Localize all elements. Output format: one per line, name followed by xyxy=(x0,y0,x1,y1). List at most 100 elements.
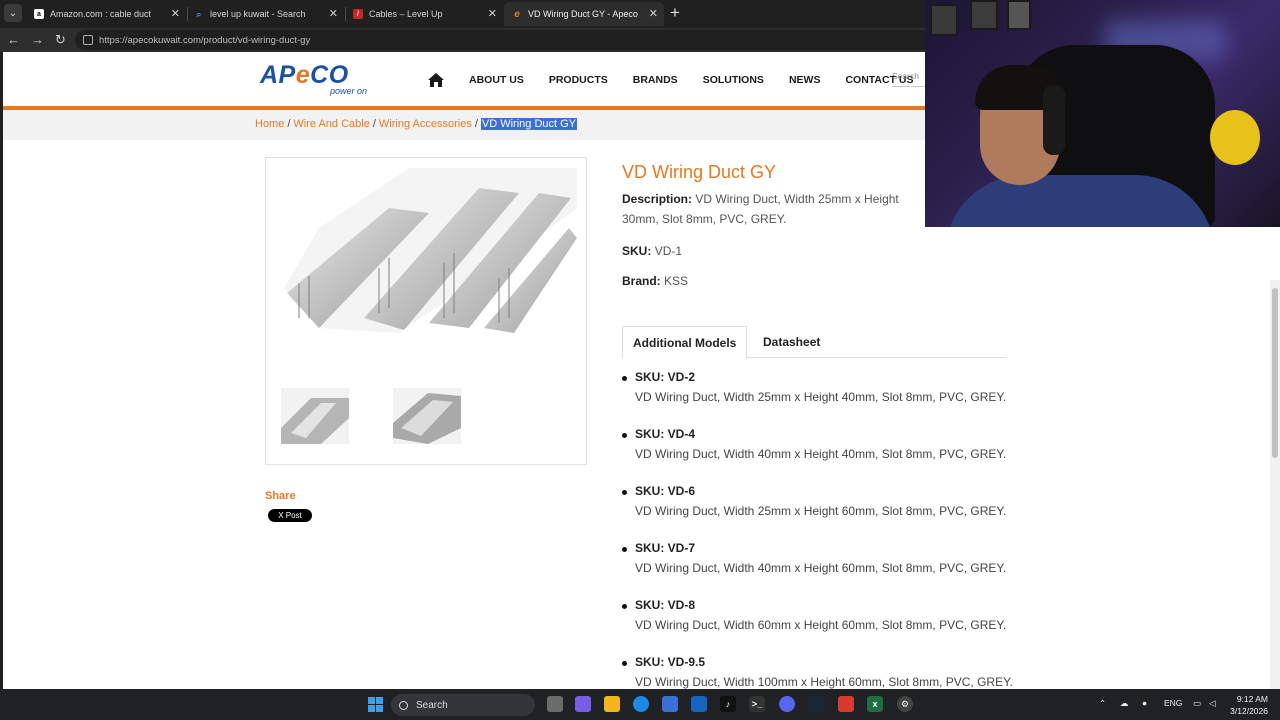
page-scrollbar[interactable] xyxy=(1270,280,1280,689)
scrollbar-thumb[interactable] xyxy=(1272,288,1278,458)
wall-frame xyxy=(1007,0,1031,30)
sku-label: SKU: xyxy=(622,244,652,258)
edge-browser-icon[interactable] xyxy=(633,696,649,712)
excel-icon[interactable]: x xyxy=(867,696,883,712)
browser-tab-search[interactable]: ⌕ level up kuwait - Search ✕ xyxy=(186,2,344,26)
model-sku: SKU: VD-6 xyxy=(635,484,696,498)
apeco-logo[interactable]: APeCO power on xyxy=(260,61,376,96)
back-arrow-icon[interactable]: ← xyxy=(7,32,20,47)
reload-icon[interactable]: ↻ xyxy=(55,32,66,48)
levelup-icon: / xyxy=(353,9,363,19)
brand-label: Brand: xyxy=(622,274,661,288)
microphone-icon[interactable]: ● xyxy=(1142,698,1147,708)
model-description: VD Wiring Duct, Width 60mm x Height 60mm… xyxy=(635,618,1007,632)
url-text: https://apecokuwait.com/product/vd-wirin… xyxy=(99,34,311,46)
discord-icon[interactable] xyxy=(779,696,795,712)
site-info-icon[interactable] xyxy=(83,35,93,45)
tab-additional-models[interactable]: Additional Models xyxy=(622,326,748,359)
windows-taskbar: Search ♪ >_ x ⚙ ⌃ ☁ ● ENG ▭ ◁ 9:12 AM 3/… xyxy=(0,689,1280,720)
home-icon[interactable] xyxy=(427,72,445,88)
breadcrumb-home[interactable]: Home xyxy=(255,118,284,130)
tab-title: Amazon.com : cable duct xyxy=(50,9,152,19)
amazon-icon: a xyxy=(34,9,44,19)
sku-value: VD-1 xyxy=(654,244,683,258)
product-thumbnail[interactable] xyxy=(393,388,461,444)
tab-title: VD Wiring Duct GY - Apeco xyxy=(528,9,638,19)
tiktok-icon[interactable]: ♪ xyxy=(720,696,736,712)
outlook-icon[interactable] xyxy=(691,696,707,712)
additional-models-list: SKU: VD-2 VD Wiring Duct, Width 25mm x H… xyxy=(622,370,1022,689)
model-description: VD Wiring Duct, Width 25mm x Height 40mm… xyxy=(635,390,1007,404)
clock-time: 9:12 AM xyxy=(1236,694,1268,704)
taskbar-search[interactable]: Search xyxy=(391,694,535,716)
breadcrumb-current: VD Wiring Duct GY xyxy=(480,118,578,130)
bullet xyxy=(622,490,627,495)
product-main-image[interactable] xyxy=(279,168,577,338)
show-hidden-icons-chevron-icon[interactable]: ⌃ xyxy=(1099,698,1106,709)
main-nav: ABOUT US PRODUCTS BRANDS SOLUTIONS NEWS … xyxy=(427,71,939,88)
model-sku: SKU: VD-8 xyxy=(635,598,696,612)
bing-search-icon: ⌕ xyxy=(196,8,202,19)
browser-tab-amazon[interactable]: a Amazon.com : cable duct ✕ xyxy=(26,2,186,26)
bullet xyxy=(622,547,627,552)
list-item: SKU: VD-8 VD Wiring Duct, Width 60mm x H… xyxy=(622,598,1022,655)
model-description: VD Wiring Duct, Width 100mm x Height 60m… xyxy=(635,675,1013,689)
close-tab-icon[interactable]: ✕ xyxy=(171,7,180,20)
tab-title: level up kuwait - Search xyxy=(210,9,306,19)
address-bar[interactable]: https://apecokuwait.com/product/vd-wirin… xyxy=(75,30,935,50)
browser-app-icon[interactable] xyxy=(838,696,854,712)
breadcrumb-separator: / xyxy=(372,118,376,130)
close-tab-icon[interactable]: ✕ xyxy=(649,7,658,20)
model-sku: SKU: VD-9.5 xyxy=(635,655,706,669)
tab-list-chevron-icon[interactable]: ⌄ xyxy=(4,4,22,22)
steam-icon[interactable] xyxy=(808,696,824,712)
terminal-icon[interactable]: >_ xyxy=(749,696,765,712)
model-description: VD Wiring Duct, Width 40mm x Height 40mm… xyxy=(635,447,1007,461)
system-clock[interactable]: 9:12 AM 3/12/2026 xyxy=(1228,693,1268,717)
close-tab-icon[interactable]: ✕ xyxy=(329,7,338,20)
list-item: SKU: VD-2 VD Wiring Duct, Width 25mm x H… xyxy=(622,370,1022,427)
list-item: SKU: VD-6 VD Wiring Duct, Width 25mm x H… xyxy=(622,484,1022,541)
close-tab-icon[interactable]: ✕ xyxy=(488,7,497,20)
product-description: Description: VD Wiring Duct, Width 25mm … xyxy=(622,189,932,229)
file-explorer-icon[interactable] xyxy=(604,696,620,712)
task-view-icon[interactable] xyxy=(547,696,563,712)
windows-start-icon[interactable] xyxy=(367,696,383,712)
x-post-button[interactable]: X Post xyxy=(268,509,312,522)
browser-tab-levelup[interactable]: / Cables – Level Up ✕ xyxy=(345,2,503,26)
model-sku: SKU: VD-7 xyxy=(635,541,696,555)
forward-arrow-icon[interactable]: → xyxy=(31,32,44,47)
input-language[interactable]: ENG xyxy=(1164,698,1182,708)
product-thumbnail[interactable] xyxy=(281,388,349,444)
model-sku: SKU: VD-2 xyxy=(635,370,696,384)
microsoft-store-icon[interactable] xyxy=(662,696,678,712)
volume-icon[interactable]: ◁ xyxy=(1209,698,1216,709)
breadcrumb-wire-and-cable[interactable]: Wire And Cable xyxy=(293,118,369,130)
model-sku: SKU: VD-4 xyxy=(635,427,696,441)
tab-datasheet[interactable]: Datasheet xyxy=(753,326,830,358)
product-gallery xyxy=(265,157,587,465)
nav-brands[interactable]: BRANDS xyxy=(633,74,678,86)
plush-duck xyxy=(1210,110,1260,165)
bullet xyxy=(622,433,627,438)
copilot-icon[interactable] xyxy=(575,696,591,712)
brand-value: KSS xyxy=(664,274,689,288)
nav-about-us[interactable]: ABOUT US xyxy=(469,74,524,86)
bullet xyxy=(622,604,627,609)
nav-solutions[interactable]: SOLUTIONS xyxy=(703,74,764,86)
nav-news[interactable]: NEWS xyxy=(789,74,821,86)
product-brand: Brand: KSS xyxy=(622,274,688,288)
browser-tab-apeco[interactable]: e VD Wiring Duct GY - Apeco ✕ xyxy=(504,2,664,26)
new-tab-plus-icon[interactable]: + xyxy=(670,3,680,23)
settings-gear-icon[interactable]: ⚙ xyxy=(897,696,913,712)
list-item: SKU: VD-9.5 VD Wiring Duct, Width 100mm … xyxy=(622,655,1022,689)
onedrive-icon[interactable]: ☁ xyxy=(1120,698,1129,709)
network-icon[interactable]: ▭ xyxy=(1193,698,1201,709)
breadcrumb-wiring-accessories[interactable]: Wiring Accessories xyxy=(379,118,472,130)
nav-products[interactable]: PRODUCTS xyxy=(549,74,608,86)
list-item: SKU: VD-4 VD Wiring Duct, Width 40mm x H… xyxy=(622,427,1022,484)
wall-frame xyxy=(930,4,958,36)
share-label: Share xyxy=(265,490,296,502)
taskbar-search-label: Search xyxy=(416,699,448,711)
model-description: VD Wiring Duct, Width 40mm x Height 60mm… xyxy=(635,561,1007,575)
